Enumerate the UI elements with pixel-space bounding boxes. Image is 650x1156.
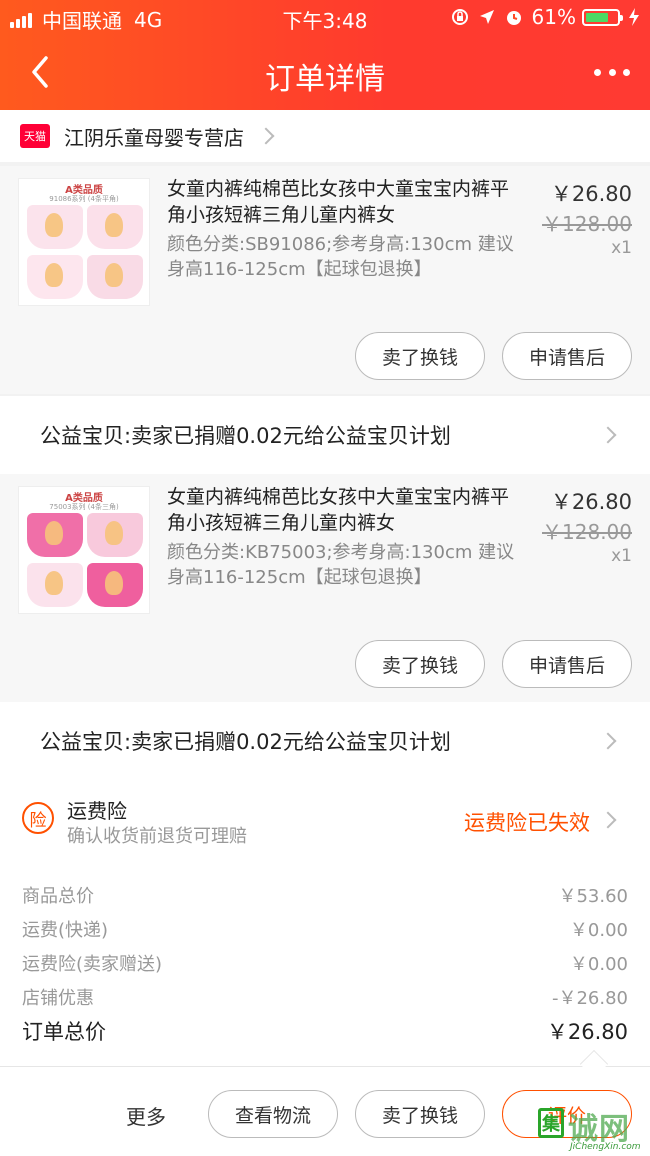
charity-text: 公益宝贝:卖家已捐赠0.02元给公益宝贝计划 bbox=[40, 424, 451, 448]
charity-row[interactable]: 公益宝贝:卖家已捐赠0.02元给公益宝贝计划 bbox=[0, 702, 650, 780]
shipping-insurance-row[interactable]: 险 运费险 确认收货前退货可理赔 运费险已失效 bbox=[0, 780, 650, 860]
nav-bar: 订单详情 bbox=[0, 36, 650, 110]
status-bar: 中国联通 4G 下午3:48 61% bbox=[0, 0, 650, 36]
product-original-price: ￥128.00 bbox=[542, 212, 632, 236]
summary-label: 商品总价 bbox=[22, 886, 94, 907]
more-menu-button[interactable] bbox=[594, 60, 630, 84]
summary-row: 店铺优惠 -￥26.80 bbox=[22, 984, 628, 1010]
charity-row[interactable]: 公益宝贝:卖家已捐赠0.02元给公益宝贝计划 bbox=[0, 396, 650, 474]
charging-icon bbox=[629, 8, 639, 26]
product-thumbnail: A类品质 91086系列 (4条平角) bbox=[18, 178, 150, 306]
summary-row: 商品总价 ￥53.60 bbox=[22, 882, 628, 908]
watermark-url: JiChengXin.com bbox=[570, 1142, 641, 1152]
product-quantity: x1 bbox=[611, 546, 632, 566]
summary-row: 运费(快递) ￥0.00 bbox=[22, 916, 628, 942]
product-item[interactable]: A类品质 75003系列 (4条三角) 女童内裤纯棉芭比女孩中大童宝宝内裤平角小… bbox=[0, 474, 650, 702]
price-summary: 商品总价 ￥53.60 运费(快递) ￥0.00 运费险(卖家赠送) ￥0.00… bbox=[0, 860, 650, 1066]
product-thumbnail: A类品质 75003系列 (4条三角) bbox=[18, 486, 150, 614]
chevron-right-icon bbox=[599, 811, 617, 829]
after-sales-button[interactable]: 申请售后 bbox=[502, 332, 632, 380]
sell-for-cash-button[interactable]: 卖了换钱 bbox=[355, 332, 485, 380]
status-right: 61% bbox=[450, 5, 640, 29]
store-name: 江阴乐童母婴专营店 bbox=[64, 125, 244, 150]
charity-text: 公益宝贝:卖家已捐赠0.02元给公益宝贝计划 bbox=[40, 730, 451, 754]
order-total-value: ￥26.80 bbox=[546, 1020, 628, 1044]
battery-percent: 61% bbox=[531, 5, 576, 29]
site-watermark: 集 诚网 JiChengXin.com bbox=[534, 1100, 650, 1156]
summary-value: ￥0.00 bbox=[569, 954, 628, 975]
alarm-icon bbox=[506, 11, 521, 25]
product-title: 女童内裤纯棉芭比女孩中大童宝宝内裤平角小孩短裤三角儿童内裤女 bbox=[167, 178, 510, 226]
sell-for-cash-button[interactable]: 卖了换钱 bbox=[355, 640, 485, 688]
summary-row: 运费险(卖家赠送) ￥0.00 bbox=[22, 950, 628, 976]
insurance-icon: 险 bbox=[22, 802, 54, 834]
after-sales-button[interactable]: 申请售后 bbox=[502, 640, 632, 688]
insurance-status: 运费险已失效 bbox=[464, 811, 590, 835]
summary-label: 运费险(卖家赠送) bbox=[22, 954, 163, 975]
battery-icon bbox=[582, 8, 623, 26]
insurance-title: 运费险 bbox=[67, 799, 127, 823]
summary-label: 运费(快递) bbox=[22, 920, 109, 941]
summary-value: -￥26.80 bbox=[551, 988, 628, 1009]
more-link[interactable]: 更多 bbox=[126, 1101, 166, 1130]
sell-for-cash-button[interactable]: 卖了换钱 bbox=[355, 1090, 485, 1138]
thumb-series: 91086系列 (4条平角) bbox=[49, 195, 119, 203]
product-spec: 颜色分类:KB75003;参考身高:130cm 建议身高116-125cm【起球… bbox=[167, 542, 515, 588]
product-price: ￥26.80 bbox=[550, 182, 632, 206]
product-price: ￥26.80 bbox=[550, 490, 632, 514]
summary-label: 店铺优惠 bbox=[22, 988, 94, 1009]
lock-rotation-icon bbox=[451, 9, 468, 25]
product-title: 女童内裤纯棉芭比女孩中大童宝宝内裤平角小孩短裤三角儿童内裤女 bbox=[167, 486, 510, 534]
tmall-badge: 天猫 bbox=[20, 124, 50, 148]
product-item[interactable]: A类品质 91086系列 (4条平角) 女童内裤纯棉芭比女孩中大童宝宝内裤平角小… bbox=[0, 166, 650, 394]
chevron-right-icon bbox=[599, 426, 617, 444]
chevron-right-icon bbox=[599, 732, 617, 750]
page-title: 订单详情 bbox=[265, 62, 385, 97]
order-total-label: 订单总价 bbox=[22, 1020, 106, 1044]
store-row[interactable]: 天猫 江阴乐童母婴专营店 bbox=[0, 110, 650, 162]
chevron-right-icon bbox=[257, 127, 275, 145]
order-total-row: 订单总价 ￥26.80 bbox=[22, 1016, 628, 1046]
thumb-series: 75003系列 (4条三角) bbox=[49, 503, 119, 511]
summary-value: ￥53.60 bbox=[558, 886, 628, 907]
watermark-logo: 集 bbox=[538, 1108, 564, 1138]
view-logistics-button[interactable]: 查看物流 bbox=[208, 1090, 338, 1138]
product-original-price: ￥128.00 bbox=[542, 520, 632, 544]
product-spec: 颜色分类:SB91086;参考身高:130cm 建议身高116-125cm【起球… bbox=[167, 234, 514, 280]
summary-value: ￥0.00 bbox=[569, 920, 628, 941]
location-icon bbox=[479, 10, 494, 24]
product-quantity: x1 bbox=[611, 238, 632, 258]
insurance-subtitle: 确认收货前退货可理赔 bbox=[67, 826, 247, 847]
